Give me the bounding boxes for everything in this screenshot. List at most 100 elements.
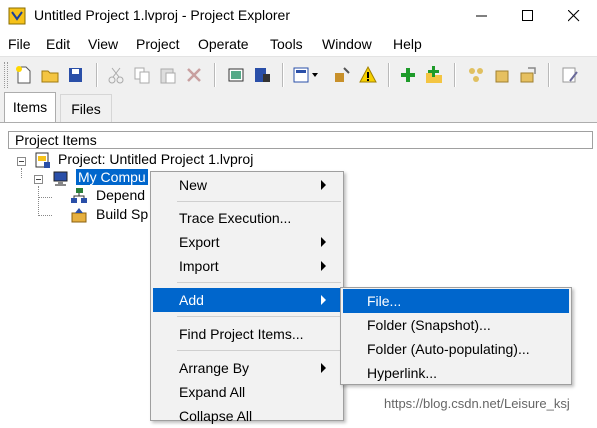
submenu-arrow-icon <box>321 295 326 305</box>
tab-items[interactable]: Items <box>4 92 56 122</box>
tree-connector <box>38 197 52 198</box>
submenu-item-file[interactable]: File... <box>343 289 569 313</box>
tree-item-build-specifications[interactable]: Build Sp <box>96 206 148 222</box>
package-icon[interactable] <box>492 65 512 85</box>
menu-project[interactable]: Project <box>136 36 180 52</box>
menu-help[interactable]: Help <box>393 36 422 52</box>
edit-icon[interactable] <box>560 65 580 85</box>
toolbar-grip[interactable] <box>4 62 8 88</box>
submenu-item-label: Folder (Auto-populating)... <box>367 341 530 357</box>
view-dropdown-icon[interactable] <box>292 65 318 85</box>
menu-item-label: Arrange By <box>179 360 250 376</box>
build-icon[interactable] <box>226 65 246 85</box>
menu-separator <box>177 350 341 351</box>
menu-tools[interactable]: Tools <box>270 36 303 52</box>
collapse-toggle[interactable] <box>34 175 43 184</box>
title-bar: Untitled Project 1.lvproj - Project Expl… <box>0 0 597 32</box>
menu-item-trace-execution[interactable]: Trace Execution... <box>153 206 341 230</box>
paste-icon[interactable] <box>158 65 178 85</box>
menu-item-label: New <box>179 177 208 193</box>
menu-window[interactable]: Window <box>322 36 372 52</box>
watermark-text: https://blog.csdn.net/Leisure_ksj <box>384 396 570 411</box>
menu-item-add[interactable]: Add <box>153 288 341 312</box>
menu-item-label: Export <box>179 234 220 250</box>
toolbar <box>0 56 597 92</box>
context-menu: New Trace Execution... Export Import Add… <box>150 171 344 424</box>
submenu-item-label: File... <box>367 293 402 309</box>
new-icon[interactable] <box>14 65 34 85</box>
menu-file[interactable]: File <box>8 36 31 52</box>
window-title: Untitled Project 1.lvproj - Project Expl… <box>34 7 290 23</box>
build-specs-icon <box>71 208 87 223</box>
save-all-icon[interactable] <box>66 65 86 85</box>
open-icon[interactable] <box>40 65 60 85</box>
maximize-button[interactable] <box>505 0 551 32</box>
menu-item-find-project-items[interactable]: Find Project Items... <box>153 322 341 346</box>
submenu-arrow-icon <box>321 261 326 271</box>
labview-app-icon <box>8 7 26 25</box>
project-icon <box>35 152 50 168</box>
menu-separator <box>177 201 341 202</box>
add-icon[interactable] <box>398 65 418 85</box>
menu-view[interactable]: View <box>88 36 118 52</box>
toolbar-separator <box>214 63 216 87</box>
menu-operate[interactable]: Operate <box>198 36 249 52</box>
menu-item-new[interactable]: New <box>153 173 341 197</box>
maximize-icon <box>522 10 533 21</box>
add-folder-icon[interactable] <box>424 65 444 85</box>
menu-item-label: Collapse All <box>179 408 253 424</box>
dependencies-icon <box>71 188 87 203</box>
toolbar-separator <box>548 63 550 87</box>
warning-icon[interactable] <box>358 65 378 85</box>
tree-item-my-computer-label: My Compu <box>76 169 148 185</box>
menu-item-arrange-by[interactable]: Arrange By <box>153 356 341 380</box>
minimize-button[interactable] <box>459 0 505 32</box>
tab-strip: Items Files <box>0 92 597 122</box>
menu-item-export[interactable]: Export <box>153 230 341 254</box>
deploy-icon[interactable] <box>252 65 272 85</box>
submenu-item-label: Hyperlink... <box>367 365 438 381</box>
menu-separator <box>177 282 341 283</box>
submenu-item-folder-snapshot[interactable]: Folder (Snapshot)... <box>343 313 569 337</box>
submenu-arrow-icon <box>321 180 326 190</box>
submenu-item-hyperlink[interactable]: Hyperlink... <box>343 361 569 385</box>
menu-item-import[interactable]: Import <box>153 254 341 278</box>
computer-icon <box>53 171 68 186</box>
tree-item-project[interactable]: Project: Untitled Project 1.lvproj <box>58 151 253 167</box>
toolbar-separator <box>388 63 390 87</box>
add-submenu: File... Folder (Snapshot)... Folder (Aut… <box>340 287 572 385</box>
tree-item-dependencies[interactable]: Depend <box>96 187 145 203</box>
tab-files[interactable]: Files <box>60 94 112 122</box>
menu-bar: File Edit View Project Operate Tools Win… <box>0 32 597 56</box>
tree-connector <box>38 215 52 216</box>
submenu-item-folder-auto-populating[interactable]: Folder (Auto-populating)... <box>343 337 569 361</box>
menu-item-label: Expand All <box>179 384 246 400</box>
toolbar-separator <box>96 63 98 87</box>
copy-icon[interactable] <box>132 65 152 85</box>
menu-item-label: Add <box>179 292 204 308</box>
arrange-icon[interactable] <box>466 65 486 85</box>
tree-item-my-computer[interactable]: My Compu <box>76 169 148 185</box>
submenu-arrow-icon <box>321 363 326 373</box>
minimize-icon <box>476 15 487 17</box>
properties-icon[interactable] <box>332 65 352 85</box>
tree-connector <box>21 168 22 178</box>
submenu-item-label: Folder (Snapshot)... <box>367 317 491 333</box>
submenu-arrow-icon <box>321 237 326 247</box>
toolbar-separator <box>454 63 456 87</box>
menu-item-collapse-all[interactable]: Collapse All <box>153 404 341 428</box>
menu-item-label: Trace Execution... <box>179 210 292 226</box>
menu-item-expand-all[interactable]: Expand All <box>153 380 341 404</box>
collapse-toggle[interactable] <box>17 157 26 166</box>
menu-separator <box>177 316 341 317</box>
menu-item-label: Import <box>179 258 219 274</box>
tree-connector <box>38 186 39 216</box>
toolbar-separator <box>282 63 284 87</box>
export-icon[interactable] <box>518 65 538 85</box>
tree-column-header: Project Items <box>8 131 593 149</box>
close-icon <box>568 10 580 22</box>
delete-icon[interactable] <box>184 65 204 85</box>
menu-edit[interactable]: Edit <box>46 36 70 52</box>
cut-icon[interactable] <box>106 65 126 85</box>
close-button[interactable] <box>551 0 597 32</box>
